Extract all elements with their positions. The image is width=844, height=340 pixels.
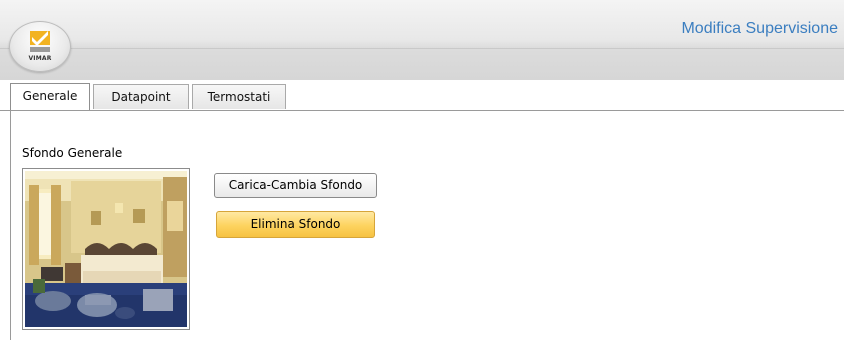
logo-text: VIMAR: [28, 55, 52, 62]
panel-left-border: [10, 110, 11, 340]
upload-background-button[interactable]: Carica-Cambia Sfondo: [214, 173, 377, 198]
vimar-logo-icon: [30, 31, 50, 52]
background-thumbnail: [22, 168, 190, 330]
page-title: Modifica Supervisione: [681, 20, 838, 37]
tab-divider: [0, 110, 844, 111]
section-label: Sfondo Generale: [22, 146, 123, 160]
background-image: [25, 171, 187, 327]
header-divider: [0, 48, 844, 49]
vimar-logo: VIMAR: [9, 21, 71, 72]
tab-termostati[interactable]: Termostati: [192, 84, 286, 109]
tab-datapoint[interactable]: Datapoint: [93, 84, 189, 109]
delete-background-button[interactable]: Elimina Sfondo: [216, 211, 375, 238]
tab-generale[interactable]: Generale: [10, 83, 90, 111]
app-header: VIMAR Modifica Supervisione: [0, 0, 844, 80]
